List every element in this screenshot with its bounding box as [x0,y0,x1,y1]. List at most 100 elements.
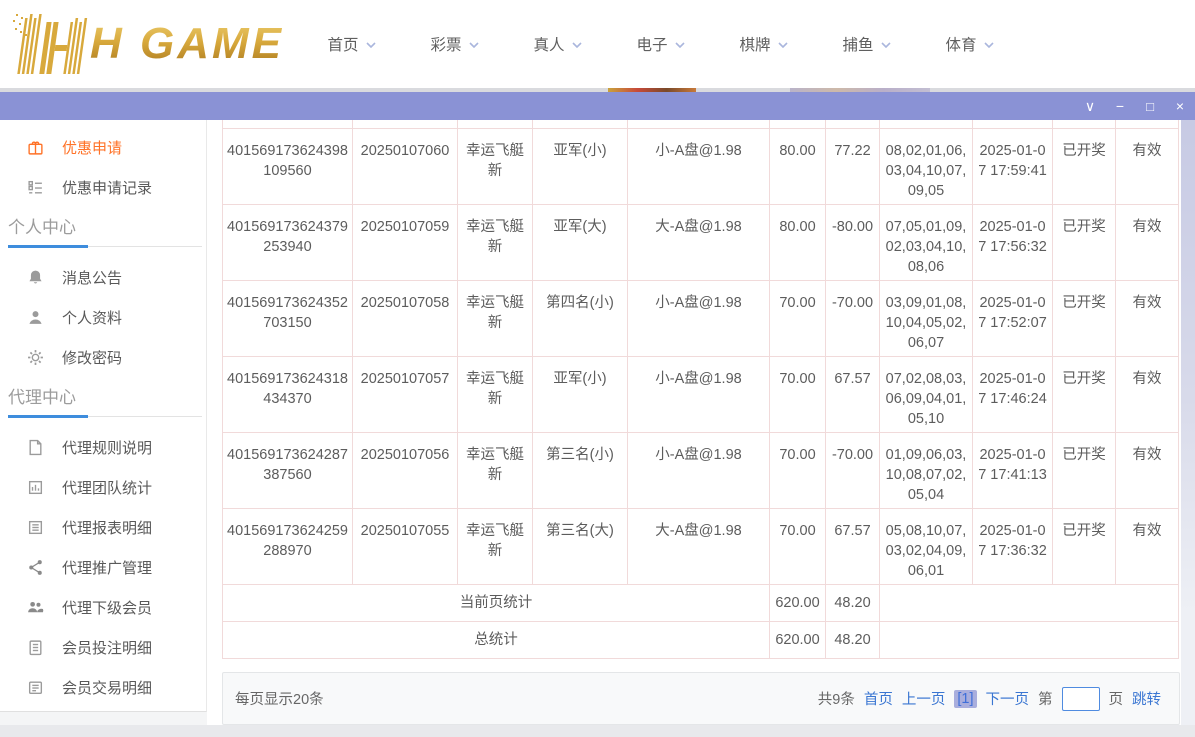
sidebar-section-title: 代理中心 [8,388,76,407]
sidebar-item-代理下级会员[interactable]: 代理下级会员 [0,587,206,627]
table-row: 401569173624318434370 20250107057 幸运飞艇新 亚军(… [222,355,1179,433]
nav-item-棋牌[interactable]: 棋牌 [712,33,815,55]
cell-amount: 70.00 [769,507,826,585]
sidebar-item-label: 代理推广管理 [62,559,153,577]
bet-list-icon [27,639,44,656]
jump-suffix-label: 页 [1108,692,1124,708]
bet-records-table-wrap: 401569173624398109560 20250107060 幸运飞艇新 亚军(… [222,120,1179,659]
sidebar-item-修改密码[interactable]: 修改密码 [0,337,206,377]
cell-status: 已开奖 [1052,127,1116,205]
table-cell [627,120,770,129]
nav-item-label: 体育 [945,37,977,54]
site-logo[interactable]: H GAME [8,12,290,76]
nav-item-真人[interactable]: 真人 [506,33,609,55]
cell-time: 2025-01-07 17:59:41 [972,127,1053,205]
table-cell [457,120,533,129]
cell-content: 大-A盘@1.98 [627,203,770,281]
cell-content: 大-A盘@1.98 [627,507,770,585]
chevron-down-icon [468,35,479,53]
sidebar-item-代理团队统计[interactable]: 代理团队统计 [0,467,206,507]
table-row: 401569173624398109560 20250107060 幸运飞艇新 亚军(… [222,127,1179,205]
current-page-badge: [1] [954,689,977,708]
sidebar-item-label: 代理团队统计 [62,479,153,497]
modal-titlebar: ∨ − □ × [0,92,1195,120]
table-cell [1115,120,1179,129]
sidebar: 优惠申请 优惠申请记录个人中心消息公告个人资料修改密码代理中心代理规则说明代理团队… [0,120,207,712]
doc-icon [27,439,44,456]
sidebar-item-代理推广管理[interactable]: 代理推广管理 [0,547,206,587]
cell-game: 幸运飞艇新 [457,507,533,585]
cell-profit: 67.57 [825,355,880,433]
cell-status: 已开奖 [1052,355,1116,433]
cell-numbers: 07,05,01,09,02,03,04,10,08,06 [879,203,973,281]
table-row: 401569173624352703150 20250107058 幸运飞艇新 第四名… [222,279,1179,357]
nav-item-label: 捕鱼 [842,37,874,54]
cell-valid: 有效 [1115,355,1179,433]
cell-profit: -70.00 [825,279,880,357]
next-page-link[interactable]: 下一页 [986,688,1030,709]
prev-page-link[interactable]: 上一页 [902,688,946,709]
cell-content: 小-A盘@1.98 [627,431,770,509]
transaction-icon [27,679,44,696]
logo-text: H GAME [90,19,290,69]
cell-status: 已开奖 [1052,507,1116,585]
nav-item-体育[interactable]: 体育 [918,33,1021,55]
section-underline [8,411,202,418]
site-header: H GAME 首页 彩票 真人 电子 棋牌 捕鱼 体育 [0,0,1195,88]
close-icon[interactable]: × [1165,92,1195,120]
report-icon [27,519,44,536]
nav-item-label: 电子 [636,37,668,54]
nav-item-首页[interactable]: 首页 [300,33,403,55]
sidebar-item-代理规则说明[interactable]: 代理规则说明 [0,427,206,467]
page-size-label: 每页显示20条 [235,692,324,708]
nav-item-彩票[interactable]: 彩票 [403,33,506,55]
cell-valid: 有效 [1115,431,1179,509]
nav-item-label: 棋牌 [739,37,771,54]
sidebar-item-优惠申请[interactable]: 优惠申请 [0,127,206,167]
sidebar-item-会员交易明细[interactable]: 会员交易明细 [0,667,206,707]
summary-label: 当前页统计 [222,583,770,622]
cell-period: 20250107058 [352,279,458,357]
first-page-link[interactable]: 首页 [864,688,893,709]
logo-bars-icon [13,14,88,74]
page-jump-input[interactable] [1061,686,1100,711]
bet-records-table: 401569173624398109560 20250107060 幸运飞艇新 亚军(… [222,120,1179,659]
cell-time: 2025-01-07 17:56:32 [972,203,1053,281]
chevron-down-icon [674,35,685,53]
maximize-icon[interactable]: □ [1135,92,1165,120]
sidebar-item-优惠申请记录[interactable]: 优惠申请记录 [0,167,206,207]
summary-amount: 620.00 [769,583,826,622]
gear-icon [27,349,44,366]
table-cell [972,120,1053,129]
jump-button[interactable]: 跳转 [1132,688,1161,709]
sidebar-item-label: 会员投注明细 [62,639,153,657]
sidebar-item-label: 修改密码 [62,349,123,367]
cell-numbers: 07,02,08,03,06,09,04,01,05,10 [879,355,973,433]
sidebar-item-个人资料[interactable]: 个人资料 [0,297,206,337]
sidebar-item-会员投注明细[interactable]: 会员投注明细 [0,627,206,667]
cell-play: 第三名(小) [532,431,628,509]
nav-item-捕鱼[interactable]: 捕鱼 [815,33,918,55]
cell-valid: 有效 [1115,507,1179,585]
cell-play: 亚军(小) [532,355,628,433]
minimize-icon[interactable]: − [1105,92,1135,120]
chevron-down-icon[interactable]: ∨ [1075,92,1105,120]
cell-valid: 有效 [1115,127,1179,205]
sidebar-item-代理报表明细[interactable]: 代理报表明细 [0,507,206,547]
table-row: 401569173624259288970 20250107055 幸运飞艇新 第三名… [222,507,1179,585]
cell-numbers: 01,09,06,03,10,08,07,02,05,04 [879,431,973,509]
summary-label: 总统计 [222,620,770,659]
sidebar-item-label: 会员交易明细 [62,679,153,697]
sidebar-item-消息公告[interactable]: 消息公告 [0,257,206,297]
cell-time: 2025-01-07 17:52:07 [972,279,1053,357]
cell-period: 20250107056 [352,431,458,509]
cell-game: 幸运飞艇新 [457,431,533,509]
chevron-down-icon [983,35,994,53]
sidebar-section-title: 个人中心 [8,218,76,237]
jump-prefix-label: 第 [1038,692,1053,708]
table-cell [532,120,628,129]
cell-amount: 70.00 [769,279,826,357]
nav-item-电子[interactable]: 电子 [609,33,712,55]
cell-order_id: 401569173624287387560 [222,431,353,509]
sidebar-item-label: 个人资料 [62,309,123,327]
